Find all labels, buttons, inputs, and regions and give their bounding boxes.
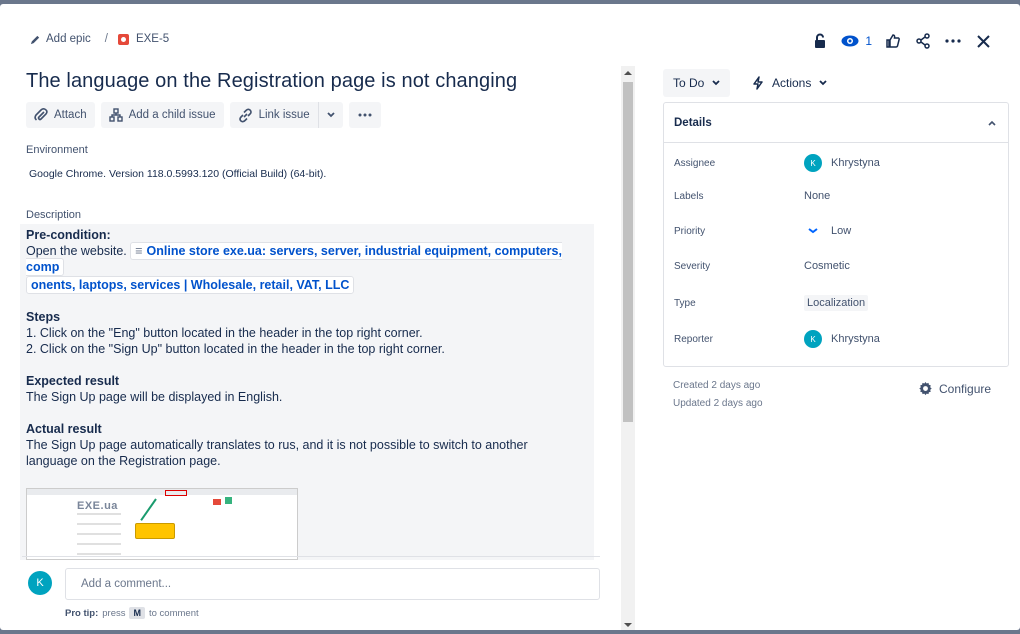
attach-button[interactable]: Attach (26, 102, 95, 128)
pro-tip: Pro tip: press M to comment (65, 607, 199, 619)
environment-value[interactable]: Google Chrome. Version 118.0.5993.120 (O… (29, 168, 326, 180)
actual-text-line1: The Sign Up page automatically translate… (26, 438, 528, 452)
configure-button[interactable]: Configure (918, 381, 991, 396)
chevron-up-icon (988, 120, 996, 126)
field-assignee[interactable]: Assignee K Khrystyna (674, 154, 1000, 172)
bug-icon (117, 33, 129, 45)
expected-heading: Expected result (26, 374, 120, 388)
link-icon (238, 108, 252, 122)
field-severity[interactable]: Severity Cosmetic (674, 260, 1000, 272)
environment-label: Environment (26, 144, 88, 156)
actual-heading: Actual result (26, 422, 102, 436)
scrollbar[interactable] (621, 66, 635, 630)
avatar: K (804, 154, 822, 172)
details-panel: Details Assignee K Khrystyna Labels None … (663, 102, 1009, 367)
smart-link-continuation[interactable]: onents, laptops, services | Wholesale, r… (26, 276, 355, 294)
lock-icon[interactable] (805, 26, 835, 56)
divider (22, 556, 600, 557)
more-options-icon[interactable] (938, 26, 968, 56)
header-actions: 1 (805, 26, 998, 56)
watch-button[interactable]: 1 (835, 26, 878, 56)
steps-heading: Steps (26, 310, 61, 324)
more-toolbar-button[interactable] (348, 102, 381, 128)
watch-count: 1 (865, 34, 872, 48)
updated-date: Updated 2 days ago (673, 398, 763, 409)
expected-text: The Sign Up page will be displayed in En… (26, 390, 283, 404)
issue-main: The language on the Registration page is… (20, 62, 620, 560)
lightning-icon (753, 76, 763, 90)
breadcrumb: Add epic / EXE-5 (28, 32, 169, 46)
chevron-down-icon (327, 112, 335, 118)
priority-low-icon (808, 228, 818, 234)
link-issue-dropdown[interactable] (317, 102, 343, 128)
status-dropdown[interactable]: To Do (663, 69, 731, 97)
actual-text-line2: language on the Registration page. (26, 454, 221, 468)
add-epic-link[interactable]: Add epic (46, 33, 91, 45)
share-icon[interactable] (908, 26, 938, 56)
precondition-heading: Pre-condition: (26, 228, 111, 242)
scrollbar-thumb[interactable] (623, 82, 633, 422)
actions-dropdown[interactable]: Actions (744, 69, 835, 97)
created-date: Created 2 days ago (673, 380, 761, 391)
description-body[interactable]: Pre-condition: Open the website. ≡ Online… (20, 224, 594, 560)
comment-input[interactable]: Add a comment... (65, 568, 600, 600)
issue-title[interactable]: The language on the Registration page is… (26, 70, 517, 93)
screenshot-attachment[interactable]: EXE.ua (26, 488, 298, 560)
issue-modal: Add epic / EXE-5 1 The language on the R… (0, 4, 1020, 630)
gear-icon (919, 381, 932, 396)
field-reporter[interactable]: Reporter K Khrystyna (674, 330, 1000, 348)
details-header[interactable]: Details (664, 103, 1008, 143)
type-tag: Localization (804, 295, 869, 311)
keyboard-key: M (129, 607, 145, 619)
step-2: 2. Click on the "Sign Up" button located… (26, 342, 445, 356)
field-priority[interactable]: Priority Low (674, 225, 1000, 237)
issue-key-link[interactable]: EXE-5 (136, 33, 169, 45)
paperclip-icon (34, 108, 48, 121)
field-type[interactable]: Type Localization (674, 295, 1000, 311)
page-icon: ≡ (135, 244, 143, 258)
add-child-issue-button[interactable]: Add a child issue (100, 102, 224, 128)
close-icon[interactable] (968, 26, 998, 56)
breadcrumb-separator: / (104, 33, 108, 45)
avatar: K (804, 330, 822, 348)
child-issue-icon (108, 108, 123, 122)
field-labels[interactable]: Labels None (674, 190, 1000, 202)
chevron-down-icon (819, 80, 827, 86)
step-1: 1. Click on the "Eng" button located in … (26, 326, 423, 340)
thumbs-up-icon[interactable] (878, 26, 908, 56)
eye-icon (841, 35, 859, 47)
issue-toolbar: Attach Add a child issue Link issue (26, 102, 381, 128)
precondition-text: Open the website. (26, 244, 127, 258)
avatar: K (28, 571, 52, 595)
scroll-down-arrow-icon[interactable] (624, 623, 632, 627)
link-issue-button[interactable]: Link issue (229, 102, 318, 128)
more-icon (358, 113, 372, 117)
description-label: Description (26, 209, 82, 221)
chevron-down-icon (712, 80, 720, 86)
link-issue-group: Link issue (229, 102, 343, 128)
scroll-up-arrow-icon[interactable] (624, 71, 632, 75)
pencil-icon (28, 32, 42, 46)
